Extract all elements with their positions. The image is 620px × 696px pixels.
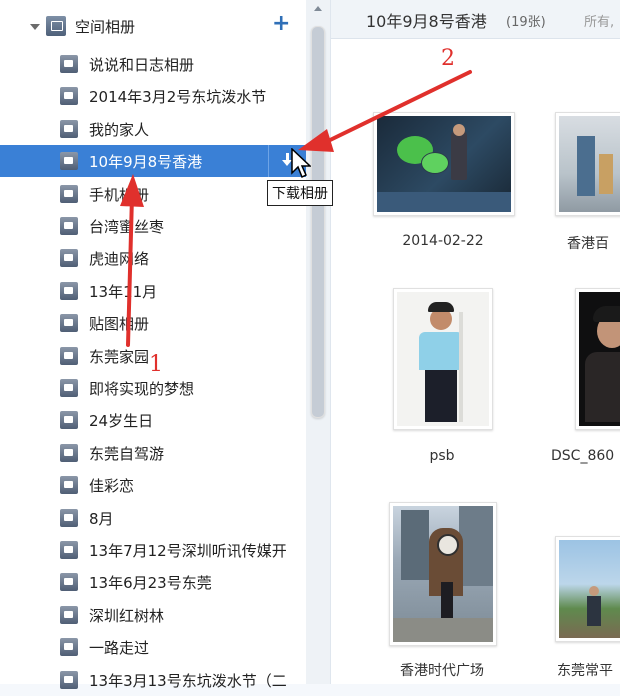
annotation-label-1: 1 bbox=[149, 352, 163, 377]
annotation-label-2: 2 bbox=[441, 46, 455, 71]
annotation-arrow-1-head bbox=[120, 174, 144, 207]
annotation-arrow-2-shaft bbox=[324, 70, 472, 144]
annotation-layer bbox=[120, 70, 472, 347]
annotation-arrow-2-head bbox=[298, 129, 334, 152]
annotation-arrow-1-shaft bbox=[126, 194, 134, 347]
